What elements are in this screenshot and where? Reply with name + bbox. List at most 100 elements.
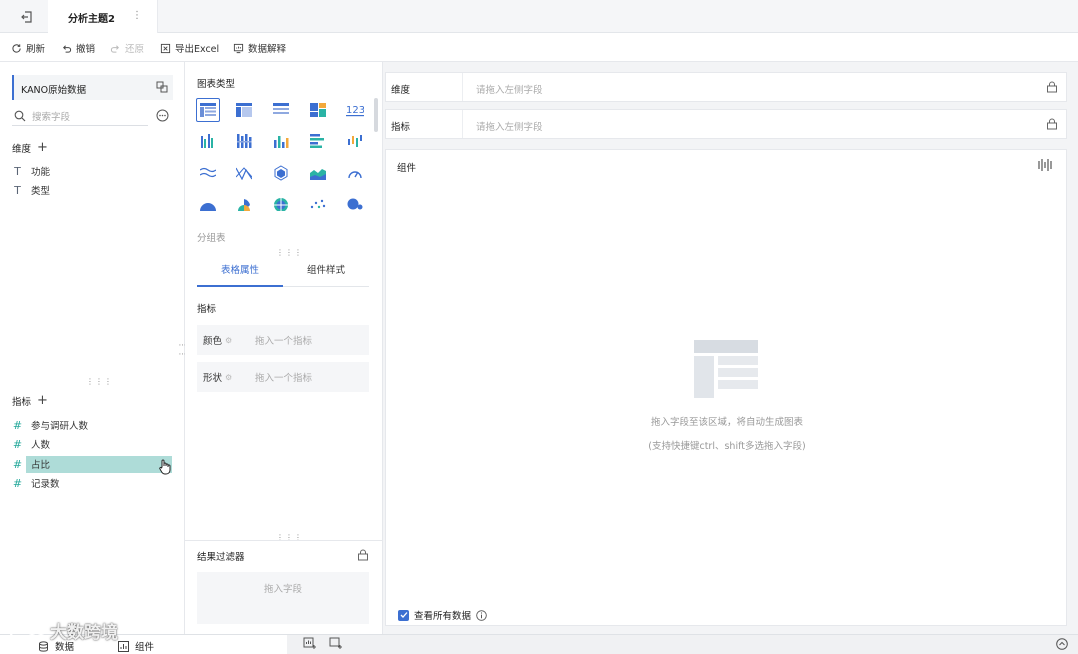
dataset-selector[interactable]: KANO原始数据 bbox=[12, 75, 173, 100]
dimension-field[interactable]: T 类型 bbox=[12, 182, 50, 198]
view-all-data-option[interactable]: 查看所有数据 bbox=[398, 608, 487, 622]
lock-icon[interactable] bbox=[357, 549, 369, 561]
text-type-icon: T bbox=[14, 183, 21, 197]
calc-number-icon: # bbox=[12, 476, 23, 490]
metric-section-label: 指标 bbox=[197, 304, 217, 315]
empty-subhint: (支持快捷键ctrl、shift多选拖入字段) bbox=[648, 441, 806, 452]
area-chart-icon[interactable] bbox=[306, 161, 330, 185]
metric-field-selected[interactable]: # 占比 bbox=[12, 456, 50, 472]
cross-table-chart-icon[interactable] bbox=[232, 98, 256, 122]
lock-icon[interactable] bbox=[1046, 118, 1058, 130]
resize-handle[interactable]: ⋮⋮⋮ bbox=[276, 248, 303, 257]
tab-analysis-topic[interactable]: 分析主题2 ⋮ bbox=[48, 0, 158, 33]
toolbar: 刷新 撤销 还原 导出Excel 数据解释 bbox=[0, 33, 1078, 62]
data-explain-button[interactable]: 数据解释 bbox=[233, 41, 286, 55]
watermark-logo: 大数跨境 bbox=[8, 618, 118, 643]
component-tab-label: 组件 bbox=[135, 642, 155, 653]
line-chart-icon[interactable] bbox=[196, 161, 220, 185]
checkbox-checked[interactable] bbox=[398, 609, 409, 621]
collapse-up-icon[interactable] bbox=[1056, 638, 1068, 650]
redo-button[interactable]: 还原 bbox=[110, 41, 144, 55]
export-excel-button[interactable]: 导出Excel bbox=[160, 41, 219, 55]
tab-component-style[interactable]: 组件样式 bbox=[283, 257, 369, 287]
treemap-chart-icon[interactable] bbox=[306, 98, 330, 122]
undo-button[interactable]: 撤销 bbox=[61, 41, 95, 55]
dimension-field[interactable]: T 功能 bbox=[12, 163, 50, 179]
undo-label: 撤销 bbox=[76, 44, 96, 55]
shape-drop-slot[interactable]: 形状 ⚙ 拖入一个指标 bbox=[197, 362, 369, 392]
detail-table-chart-icon[interactable] bbox=[269, 98, 293, 122]
tab-title: 分析主题2 bbox=[68, 14, 115, 25]
canvas-settings-icon[interactable] bbox=[1038, 159, 1052, 171]
resize-handle[interactable]: ⋮⋮⋮ bbox=[86, 377, 113, 386]
color-drop-slot[interactable]: 颜色 ⚙ 拖入一个指标 bbox=[197, 325, 369, 355]
color-slot-placeholder: 拖入一个指标 bbox=[255, 336, 313, 347]
radar-line-chart-icon[interactable] bbox=[232, 161, 256, 185]
export-label: 导出Excel bbox=[175, 44, 220, 55]
search-input[interactable] bbox=[32, 110, 142, 124]
search-icon bbox=[14, 110, 26, 122]
metric-field[interactable]: # 参与调研人数 bbox=[12, 417, 88, 433]
metric-field[interactable]: # 人数 bbox=[12, 436, 50, 452]
metric-field[interactable]: # 记录数 bbox=[12, 475, 60, 491]
metric-shelf[interactable]: 指标 请拖入左侧字段 bbox=[385, 109, 1067, 139]
chart-canvas[interactable]: 组件 拖入字段至该区域，将自动生成图表 (支持快捷键ctrl、shift多选拖入… bbox=[385, 149, 1067, 626]
radar-chart-icon[interactable] bbox=[269, 161, 293, 185]
number-type-icon: # bbox=[12, 437, 23, 451]
column-chart-icon[interactable] bbox=[269, 129, 293, 153]
filter-drop-zone[interactable]: 拖入字段 bbox=[197, 572, 369, 624]
dataset-name: KANO原始数据 bbox=[21, 85, 87, 96]
bar-chart-icon[interactable] bbox=[306, 129, 330, 153]
add-metric-icon[interactable]: + bbox=[37, 393, 48, 408]
grouped-bar-chart-icon[interactable] bbox=[196, 129, 220, 153]
field-label: 人数 bbox=[31, 440, 51, 451]
back-icon[interactable] bbox=[20, 10, 34, 24]
text-type-icon: T bbox=[14, 164, 21, 178]
stacked-bar-chart-icon[interactable] bbox=[232, 129, 256, 153]
divider bbox=[185, 540, 383, 541]
redo-icon bbox=[110, 44, 119, 53]
view-all-label: 查看所有数据 bbox=[414, 611, 472, 622]
chart-type-scrollbar[interactable] bbox=[374, 98, 378, 132]
add-component-icon[interactable] bbox=[329, 637, 342, 650]
scatter-chart-icon[interactable] bbox=[306, 192, 330, 216]
field-label: 占比 bbox=[31, 460, 51, 471]
dimension-shelf[interactable]: 维度 请拖入左侧字段 bbox=[385, 72, 1067, 102]
kpi-number-chart-icon[interactable]: 123 bbox=[343, 98, 367, 122]
number-type-icon: # bbox=[12, 457, 23, 471]
grouped-table-chart-icon[interactable] bbox=[196, 98, 220, 122]
bottom-bar: 数据 组件 bbox=[0, 634, 1078, 654]
empty-hint: 拖入字段至该区域，将自动生成图表 bbox=[650, 417, 803, 428]
pie-chart-icon[interactable] bbox=[196, 192, 220, 216]
info-icon[interactable] bbox=[476, 609, 487, 621]
empty-table-illustration bbox=[694, 340, 758, 398]
metric-title: 指标 bbox=[12, 396, 32, 408]
search-field bbox=[12, 108, 148, 126]
component-tab[interactable]: 组件 bbox=[118, 639, 154, 653]
sunburst-chart-icon[interactable] bbox=[269, 192, 293, 216]
metric-section-title: 指标 + bbox=[12, 393, 48, 408]
bubble-chart-icon[interactable] bbox=[343, 192, 367, 216]
property-tabs: 表格属性 组件样式 bbox=[197, 257, 369, 287]
range-bar-chart-icon[interactable] bbox=[343, 129, 367, 153]
tab-table-properties[interactable]: 表格属性 bbox=[197, 257, 283, 287]
tab-more-icon[interactable]: ⋮ bbox=[132, 10, 142, 21]
chart-icon bbox=[118, 640, 129, 652]
more-options-icon[interactable] bbox=[156, 109, 169, 122]
refresh-button[interactable]: 刷新 bbox=[11, 41, 45, 55]
add-dashboard-icon[interactable] bbox=[303, 637, 316, 650]
number-type-icon: # bbox=[12, 418, 23, 432]
refresh-label: 刷新 bbox=[26, 44, 46, 55]
gauge-chart-icon[interactable] bbox=[343, 161, 367, 185]
redo-label: 还原 bbox=[125, 44, 145, 55]
shape-slot-label: 形状 bbox=[203, 373, 223, 384]
rose-pie-chart-icon[interactable] bbox=[232, 192, 256, 216]
refresh-icon bbox=[12, 43, 21, 53]
lock-icon[interactable] bbox=[1046, 81, 1058, 93]
add-dimension-icon[interactable]: + bbox=[37, 140, 48, 155]
dimension-shelf-label: 维度 bbox=[391, 85, 411, 96]
canvas-title: 组件 bbox=[397, 163, 417, 174]
switch-dataset-icon[interactable] bbox=[156, 81, 168, 93]
explain-label: 数据解释 bbox=[248, 44, 287, 55]
hand-cursor-icon bbox=[157, 458, 173, 475]
